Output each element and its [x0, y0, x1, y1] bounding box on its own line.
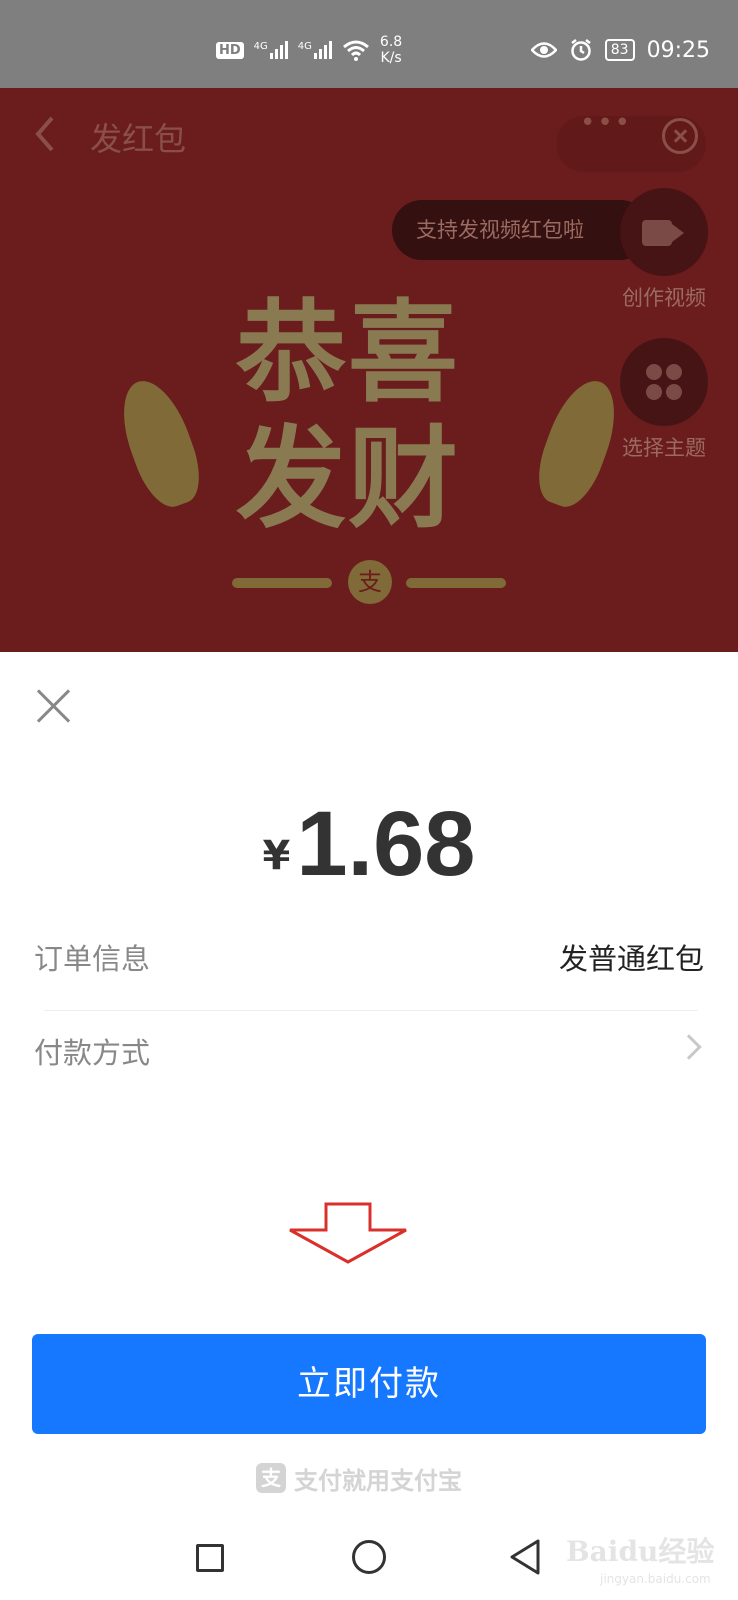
baidu-watermark-url: jingyan.baidu.com [600, 1572, 711, 1586]
eye-icon [530, 42, 557, 58]
alipay-brand: 支 支付就用支付宝 [256, 1462, 462, 1495]
back-icon[interactable] [30, 114, 60, 154]
chevron-right-icon [676, 1034, 702, 1060]
signal-icon-2: 4G [298, 41, 332, 59]
recent-apps-button[interactable] [196, 1544, 224, 1572]
create-video-label: 创作视频 [622, 286, 706, 310]
order-info-label: 订单信息 [34, 942, 151, 976]
status-left: HD 4G 4G 6.8 K/s [216, 30, 402, 70]
annotation-arrow-icon [289, 1202, 407, 1264]
left-koi-decoration [109, 371, 211, 515]
choose-theme-label: 选择主题 [622, 436, 706, 460]
signal-icon-1: 4G [254, 41, 288, 59]
alarm-icon [571, 39, 591, 61]
video-envelope-tip: 支持发视频红包啦 [392, 200, 650, 260]
net-speed-unit: K/s [380, 50, 402, 66]
more-icon[interactable]: ••• [580, 108, 632, 138]
wifi-icon [342, 40, 369, 61]
net-speed-value: 6.8 [379, 34, 403, 50]
alipay-seal: 支 [348, 560, 392, 604]
net-type-2: 4G [297, 41, 312, 52]
order-info-value: 发普通红包 [558, 942, 704, 976]
status-time: 09:25 [646, 37, 710, 63]
payment-method-label: 付款方式 [34, 1036, 151, 1070]
video-camera-icon [642, 220, 672, 246]
battery-indicator: 83 [604, 39, 635, 61]
greeting-line-1: 恭喜 [236, 289, 460, 417]
greeting-line-2: 发财 [236, 415, 460, 543]
close-icon[interactable] [662, 118, 698, 154]
net-speed: 6.8 K/s [380, 34, 402, 66]
status-bar: HD 4G 4G 6.8 K/s 83 09:25 [0, 0, 738, 88]
amount-value: 1.68 [296, 793, 476, 895]
clover-icon [646, 364, 682, 400]
page-title: 发红包 [90, 120, 187, 158]
home-button[interactable] [352, 1540, 386, 1574]
net-type-1: 4G [253, 41, 268, 52]
alipay-logo-icon: 支 [256, 1463, 286, 1493]
order-info-row: 订单信息 发普通红包 [34, 924, 704, 984]
cloud-decoration-right [406, 578, 506, 588]
payment-amount: ¥1.68 [0, 792, 738, 897]
system-back-button[interactable] [508, 1538, 542, 1576]
create-video-button[interactable] [620, 188, 708, 276]
cloud-decoration-left [232, 578, 332, 588]
choose-theme-button[interactable] [620, 338, 708, 426]
currency-symbol: ¥ [262, 833, 291, 879]
baidu-watermark: Baidu经验 [566, 1535, 715, 1568]
brand-slogan: 支付就用支付宝 [294, 1466, 462, 1495]
status-right: 83 09:25 [530, 30, 710, 70]
payment-method-row[interactable]: 付款方式 [34, 1018, 704, 1078]
hd-badge: HD [216, 41, 244, 59]
pay-now-button[interactable]: 立即付款 [32, 1334, 706, 1434]
divider [44, 1010, 698, 1011]
payment-sheet: ¥1.68 订单信息 发普通红包 付款方式 [0, 652, 738, 1600]
red-envelope-banner: 发红包 ••• 支持发视频红包啦 创作视频 选择主题 恭喜 发财 支 [0, 88, 738, 652]
close-sheet-icon[interactable] [36, 688, 70, 722]
